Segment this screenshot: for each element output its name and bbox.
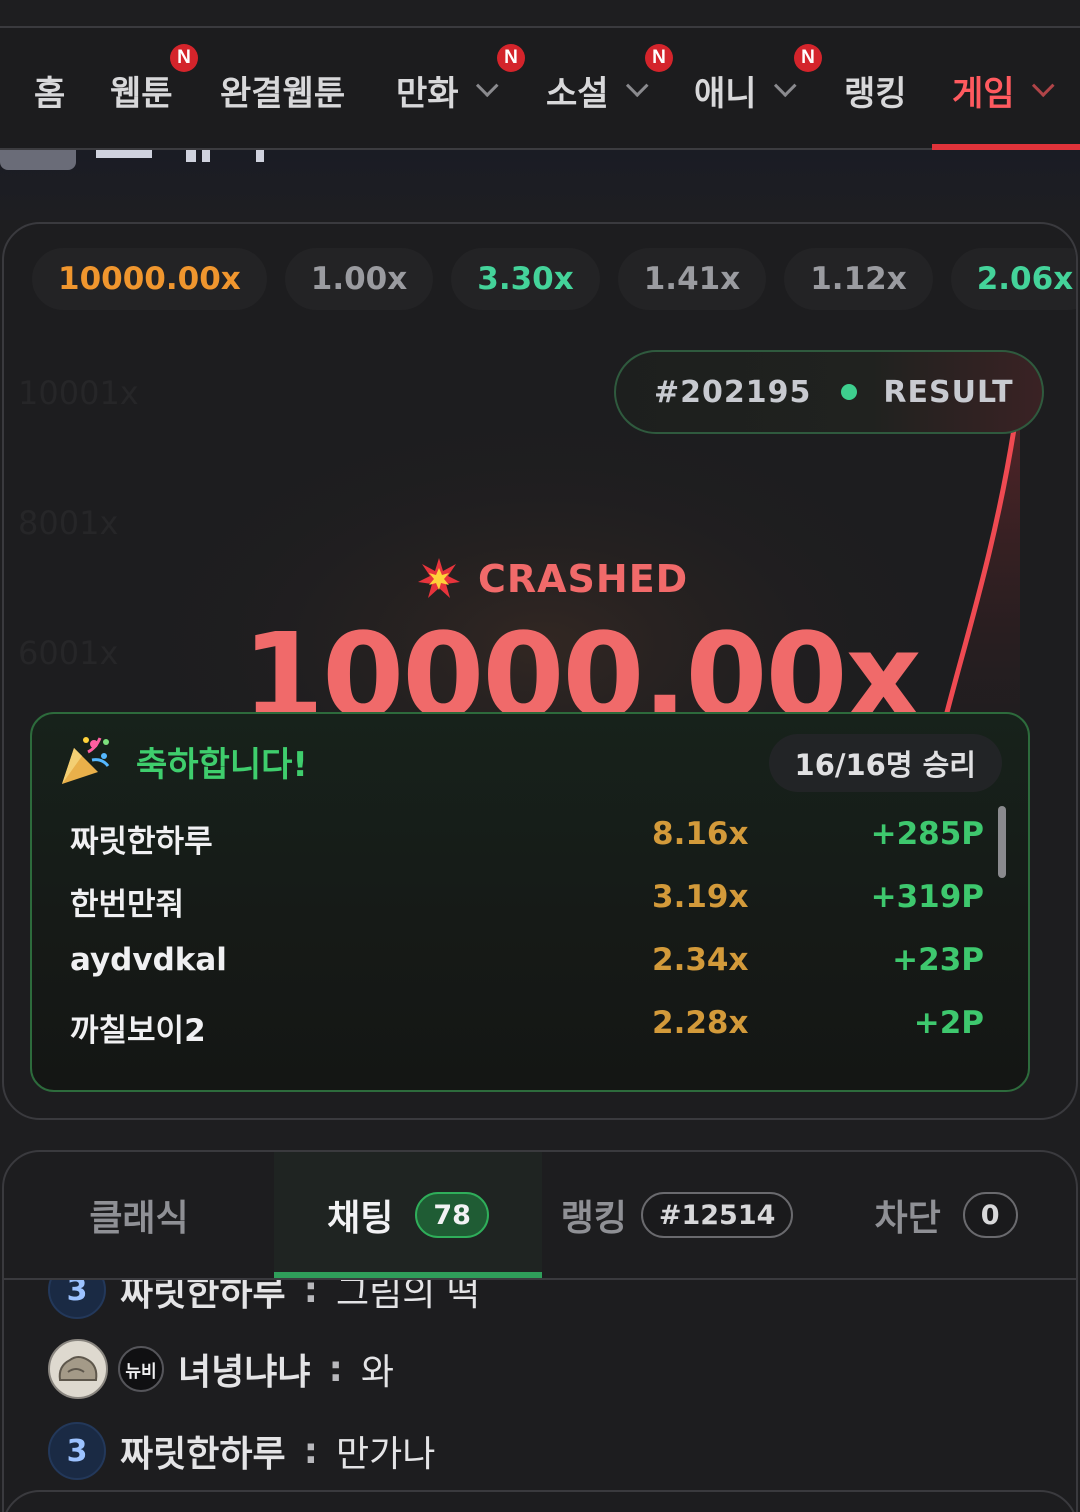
nav-ranking[interactable]: 랭킹 — [844, 58, 907, 122]
chat-text: 그림의 떡 — [336, 1280, 480, 1314]
tab-block-label: 차단 — [874, 1198, 941, 1239]
block-count-badge: 0 — [962, 1192, 1018, 1238]
winners-header: 축하합니다! — [58, 734, 308, 788]
chat-message: 3 짜릿한하루 : 만가나 — [48, 1420, 435, 1482]
winner-name: aydvdkal — [70, 942, 227, 978]
rock-avatar-icon — [58, 1356, 98, 1381]
tab-ranking-label: 랭킹 — [560, 1198, 627, 1239]
round-status: RESULT — [883, 374, 1014, 410]
winners-title: 축하합니다! — [136, 744, 308, 785]
tab-ranking[interactable]: 랭킹 #12514 — [542, 1152, 812, 1278]
tab-classic-label: 클래식 — [89, 1198, 189, 1239]
nav-manga[interactable]: 만화 — [396, 58, 499, 122]
party-popper-icon — [62, 737, 110, 784]
chevron-down-icon — [625, 74, 649, 98]
chat-separator: : — [328, 1348, 343, 1390]
chat-text: 와 — [360, 1352, 395, 1393]
crashed-label: CRASHED — [416, 554, 688, 604]
winner-name: 까칠보이2 — [70, 1013, 206, 1049]
winner-points: +285P — [870, 816, 984, 852]
level-badge: 3 — [48, 1280, 106, 1319]
chat-list[interactable]: 3 짜릿한하루 : 그림의 떡 뉴비 녀녕냐냐 : 와 3 짜릿한하루 : 만가… — [4, 1280, 1076, 1512]
tab-bar: 클래식 채팅 78 랭킹 #12514 차단 0 — [4, 1152, 1076, 1280]
tab-block[interactable]: 차단 0 — [812, 1152, 1076, 1278]
nav-game[interactable]: 게임 — [952, 58, 1055, 122]
tab-classic[interactable]: 클래식 — [4, 1152, 274, 1278]
winner-name: 한번만줘 — [70, 887, 185, 923]
chat-message: 뉴비 녀녕냐냐 : 와 — [48, 1338, 394, 1400]
ranking-badge: #12514 — [640, 1192, 794, 1238]
winners-card: 축하합니다! 16/16명 승리 짜릿한하루 8.16x +285P 한번만줘 … — [30, 712, 1030, 1092]
chat-username[interactable]: 녀녕냐냐 — [178, 1343, 310, 1395]
tab-chat-label: 채팅 — [327, 1198, 394, 1239]
nav-ranking-label: 랭킹 — [844, 73, 907, 114]
chat-separator: : — [303, 1430, 319, 1472]
chat-username[interactable]: 짜릿한하루 — [120, 1280, 286, 1316]
chat-text: 만가나 — [336, 1434, 436, 1475]
winner-row: 한번만줘 3.19x +319P — [70, 879, 984, 929]
round-id: #202195 — [654, 374, 812, 410]
chat-count-badge: 78 — [415, 1192, 489, 1238]
nav-anime[interactable]: 애니 — [694, 58, 797, 122]
chat-message: 3 짜릿한하루 : 그림의 떡 — [48, 1280, 480, 1321]
nav-completed-webtoon[interactable]: 완결웹툰 — [220, 58, 345, 122]
winner-multiplier: 2.34x — [652, 942, 749, 978]
top-navigation: 홈 웹툰 N 완결웹툰 만화 N 소설 N 애니 N 랭킹 게임 — [0, 26, 1080, 150]
winner-multiplier: 8.16x — [652, 816, 749, 852]
winner-row: aydvdkal 2.34x +23P — [70, 942, 984, 992]
nav-game-label: 게임 — [952, 73, 1015, 114]
nav-anime-label: 애니 — [694, 73, 757, 114]
avatar[interactable] — [48, 1339, 108, 1399]
nav-home[interactable]: 홈 — [34, 58, 65, 122]
nav-home-label: 홈 — [34, 73, 66, 114]
round-result-pill: #202195 RESULT — [614, 350, 1044, 434]
level-badge: 3 — [48, 1422, 106, 1480]
chevron-down-icon — [475, 74, 499, 98]
crash-multiplier: 10000.00x — [242, 612, 920, 712]
winner-multiplier: 3.19x — [652, 879, 749, 915]
nav-novel-label: 소설 — [546, 73, 609, 114]
new-badge-anime: N — [794, 44, 822, 72]
chat-input-panel — [2, 1490, 1078, 1512]
winner-points: +2P — [913, 1005, 984, 1041]
nav-webtoon[interactable]: 웹툰 — [110, 58, 173, 122]
winner-points: +319P — [870, 879, 984, 915]
chat-username[interactable]: 짜릿한하루 — [120, 1425, 286, 1477]
new-badge-webtoon: N — [170, 44, 198, 72]
nav-novel[interactable]: 소설 — [546, 58, 649, 122]
winners-count-badge: 16/16명 승리 — [768, 734, 1002, 792]
winner-points: +23P — [892, 942, 984, 978]
rookie-badge: 뉴비 — [118, 1346, 164, 1392]
new-badge-manga: N — [497, 44, 525, 72]
status-dot-icon — [841, 384, 858, 400]
chevron-down-icon — [1031, 74, 1055, 98]
winner-row: 까칠보이2 2.28x +2P — [70, 1005, 984, 1055]
new-badge-novel: N — [645, 44, 673, 72]
crashed-text: CRASHED — [478, 557, 689, 601]
nav-completed-webtoon-label: 완결웹툰 — [220, 73, 346, 114]
nav-webtoon-label: 웹툰 — [110, 73, 173, 114]
tab-chat[interactable]: 채팅 78 — [274, 1152, 542, 1278]
tab-active-indicator — [274, 1272, 542, 1278]
winner-multiplier: 2.28x — [652, 1005, 749, 1041]
winner-row: 짜릿한하루 8.16x +285P — [70, 816, 984, 866]
winners-scrollbar[interactable] — [998, 806, 1006, 878]
community-panel: 클래식 채팅 78 랭킹 #12514 차단 0 3 짜릿한하루 : 그림의 떡 — [2, 1150, 1078, 1512]
nav-manga-label: 만화 — [396, 73, 459, 114]
explosion-icon — [418, 558, 460, 598]
winner-name: 짜릿한하루 — [70, 824, 213, 860]
page-header-partial — [0, 150, 1080, 220]
chat-separator: : — [303, 1280, 319, 1311]
chevron-down-icon — [773, 74, 797, 98]
crash-game-panel: 10000.00x 1.00x 3.30x 1.41x 1.12x 2.06x … — [2, 222, 1078, 1120]
